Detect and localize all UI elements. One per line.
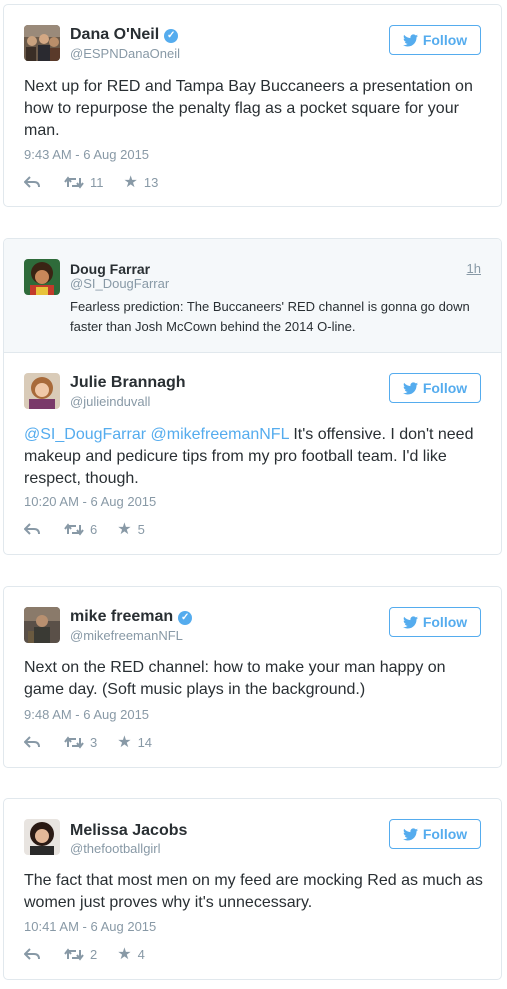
user-handle[interactable]: @mikefreemanNFL (70, 628, 183, 643)
user-handle[interactable]: @ESPNDanaOneil (70, 46, 180, 61)
retweet-count: 6 (90, 521, 98, 537)
twitter-bird-icon (402, 381, 418, 394)
tweet-actions: 6 ★ 5 (24, 520, 145, 538)
retweet-button[interactable]: 2 (64, 947, 97, 962)
tweet-timestamp[interactable]: 10:20 AM - 6 Aug 2015 (24, 494, 156, 509)
star-icon: ★ (117, 521, 132, 538)
reply-icon (24, 523, 40, 535)
tweet-actions: 3 ★ 14 (24, 733, 152, 751)
reply-icon (24, 736, 40, 748)
quoted-user-name[interactable]: Doug Farrar (70, 261, 150, 277)
tweet-text: The fact that most men on my feed are mo… (24, 872, 483, 911)
user-name[interactable]: Julie Brannagh (70, 374, 186, 392)
retweet-button[interactable]: 3 (64, 735, 97, 750)
retweet-icon (64, 175, 84, 189)
retweet-icon (64, 522, 84, 536)
reply-icon (24, 176, 40, 188)
favorite-count: 4 (137, 946, 145, 962)
tweet-timestamp[interactable]: 10:41 AM - 6 Aug 2015 (24, 919, 156, 934)
retweet-icon (64, 735, 84, 749)
favorite-button[interactable]: ★ 14 (117, 732, 152, 752)
reply-button[interactable] (24, 176, 40, 188)
follow-button[interactable]: Follow (389, 607, 481, 637)
retweet-count: 2 (90, 946, 98, 962)
tweet-text: Next up for RED and Tampa Bay Buccaneers… (24, 78, 473, 139)
twitter-bird-icon (402, 827, 418, 840)
follow-button[interactable]: Follow (389, 819, 481, 849)
retweet-count: 11 (90, 174, 104, 190)
star-icon: ★ (117, 734, 132, 751)
tweet-card: Melissa Jacobs @thefootballgirl Follow T… (3, 798, 502, 980)
user-name[interactable]: mike freeman ✓ (70, 608, 193, 626)
mention-link[interactable]: @SI_DougFarrar (24, 426, 146, 443)
favorite-count: 5 (137, 521, 145, 537)
user-name[interactable]: Melissa Jacobs (70, 822, 187, 840)
avatar[interactable] (24, 819, 60, 855)
tweet-card: mike freeman ✓ @mikefreemanNFL Follow Nex… (3, 586, 502, 768)
avatar[interactable] (24, 373, 60, 409)
quoted-tweet[interactable]: Doug Farrar @SI_DougFarrar 1h Fearless p… (4, 239, 501, 353)
tweet-timestamp[interactable]: 9:43 AM - 6 Aug 2015 (24, 147, 149, 162)
quoted-timestamp[interactable]: 1h (467, 261, 481, 276)
user-handle[interactable]: @thefootballgirl (70, 841, 161, 856)
quoted-user-handle[interactable]: @SI_DougFarrar (70, 276, 169, 291)
reply-button[interactable] (24, 523, 40, 535)
tweet-card: Doug Farrar @SI_DougFarrar 1h Fearless p… (3, 238, 502, 555)
follow-button[interactable]: Follow (389, 25, 481, 55)
mention-link[interactable]: @mikefreemanNFL (151, 426, 289, 443)
tweet-timestamp[interactable]: 9:48 AM - 6 Aug 2015 (24, 707, 149, 722)
reply-button[interactable] (24, 948, 40, 960)
tweet-text: Next on the RED channel: how to make you… (24, 659, 446, 698)
reply-button[interactable] (24, 736, 40, 748)
verified-badge-icon: ✓ (178, 611, 193, 625)
reply-icon (24, 948, 40, 960)
star-icon: ★ (117, 946, 132, 963)
verified-badge-icon: ✓ (164, 29, 179, 43)
retweet-button[interactable]: 6 (64, 522, 97, 537)
user-handle[interactable]: @julieinduvall (70, 394, 150, 409)
tweet-text: @SI_DougFarrar @mikefreemanNFL It's offe… (24, 426, 474, 487)
quoted-tweet-text: Fearless prediction: The Buccaneers' RED… (70, 299, 470, 334)
favorite-count: 14 (137, 734, 153, 750)
follow-button[interactable]: Follow (389, 373, 481, 403)
twitter-bird-icon (402, 615, 418, 628)
favorite-count: 13 (143, 174, 159, 190)
retweet-icon (64, 947, 84, 961)
twitter-bird-icon (402, 33, 418, 46)
avatar[interactable] (24, 607, 60, 643)
favorite-button[interactable]: ★ 13 (124, 172, 159, 192)
avatar[interactable] (24, 25, 60, 61)
tweet-card: Dana O'Neil ✓ @ESPNDanaOneil Follow Next … (3, 4, 502, 207)
avatar[interactable] (24, 259, 60, 295)
retweet-button[interactable]: 11 (64, 175, 104, 190)
user-name[interactable]: Dana O'Neil ✓ (70, 26, 179, 44)
retweet-count: 3 (90, 734, 98, 750)
tweet-actions: 11 ★ 13 (24, 173, 158, 191)
tweet-actions: 2 ★ 4 (24, 945, 145, 963)
favorite-button[interactable]: ★ 4 (117, 944, 145, 964)
star-icon: ★ (123, 174, 138, 191)
favorite-button[interactable]: ★ 5 (117, 519, 145, 539)
